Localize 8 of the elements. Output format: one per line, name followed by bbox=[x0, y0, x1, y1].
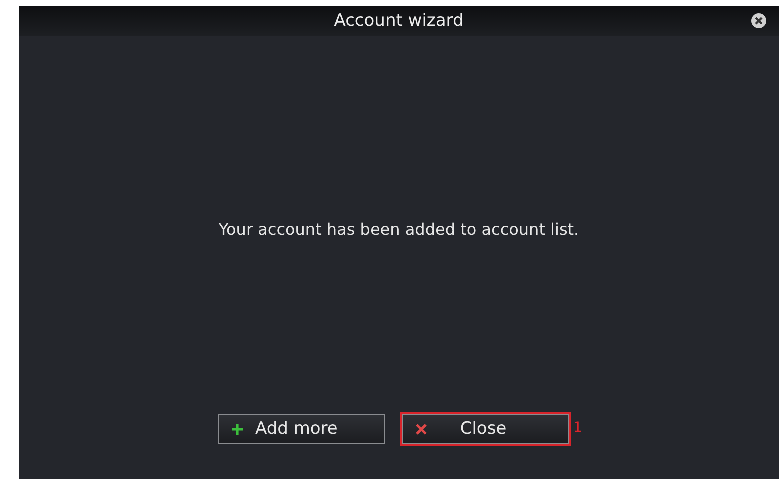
step-number: 1 bbox=[574, 420, 582, 436]
cross-icon bbox=[414, 422, 428, 436]
window-title: Account wizard bbox=[334, 11, 464, 31]
plus-icon bbox=[230, 422, 244, 436]
close-icon[interactable] bbox=[751, 13, 767, 29]
add-more-button[interactable]: Add more bbox=[218, 414, 384, 444]
close-button[interactable]: Close bbox=[402, 414, 568, 444]
message-text: Your account has been added to account list. bbox=[218, 220, 580, 239]
